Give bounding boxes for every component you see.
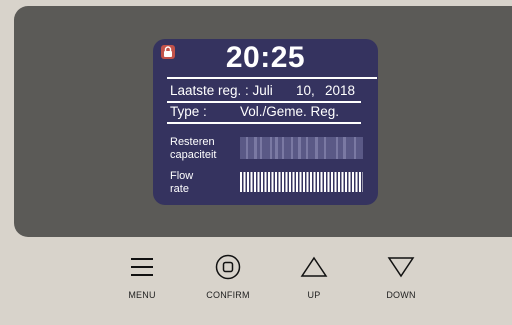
flow-rate-stripe <box>341 172 344 192</box>
divider-top <box>167 77 377 79</box>
flow-rate-stripe <box>282 172 284 192</box>
down-arrow-icon <box>387 252 415 282</box>
flow-rate-stripe <box>285 172 288 192</box>
last-reg-label: Laatste reg. : Juli <box>170 83 273 98</box>
remaining-capacity-label: Resteren capaciteit <box>170 136 217 161</box>
flow-rate-stripe <box>313 172 316 192</box>
lcd-screen: 20:25 Laatste reg. : Juli 10, 2018 Type … <box>153 39 378 205</box>
flow-rate-bar <box>240 172 363 192</box>
flow-rate-stripe <box>355 172 358 192</box>
flow-rate-stripe <box>359 172 361 192</box>
flow-rate-stripe <box>257 172 260 192</box>
flow-rate-stripe <box>306 172 309 192</box>
flow-rate-stripe <box>334 172 337 192</box>
menu-label: MENU <box>128 290 156 300</box>
flow-rate-stripe <box>362 172 363 192</box>
flow-rate-stripe <box>268 172 270 192</box>
flow-rate-stripe <box>271 172 274 192</box>
divider-bottom <box>167 122 361 124</box>
flow-rate-stripe <box>292 172 295 192</box>
flow-rate-stripe <box>278 172 281 192</box>
up-button[interactable]: UP <box>282 252 346 300</box>
last-reg-day: 10, <box>296 83 315 98</box>
flow-rate-stripe <box>264 172 267 192</box>
flow-rate-stripe <box>352 172 354 192</box>
flow-rate-stripe <box>320 172 323 192</box>
up-label: UP <box>307 290 321 300</box>
flow-rate-stripe <box>275 172 277 192</box>
menu-button[interactable]: MENU <box>110 252 174 300</box>
flow-rate-stripe <box>348 172 351 192</box>
type-label: Type : <box>170 104 207 119</box>
flow-rate-stripe <box>324 172 326 192</box>
last-reg-year: 2018 <box>325 83 356 98</box>
flow-rate-stripe <box>345 172 347 192</box>
divider-middle <box>167 101 361 103</box>
remaining-capacity-bar <box>240 137 363 159</box>
flow-rate-stripe <box>331 172 333 192</box>
type-value: Vol./Geme. Reg. <box>240 104 340 119</box>
flow-rate-stripe <box>240 172 242 192</box>
flow-rate-stripe <box>317 172 319 192</box>
confirm-button[interactable]: CONFIRM <box>196 252 260 300</box>
flow-rate-label: Flow rate <box>170 170 194 195</box>
flow-rate-stripe <box>254 172 256 192</box>
flow-rate-stripe <box>338 172 340 192</box>
flow-rate-stripe <box>243 172 246 192</box>
confirm-icon <box>215 252 241 282</box>
clock-time: 20:25 <box>225 41 306 74</box>
up-arrow-icon <box>300 252 328 282</box>
flow-rate-stripe <box>299 172 302 192</box>
flow-rate-stripe <box>247 172 249 192</box>
down-label: DOWN <box>386 290 416 300</box>
down-button[interactable]: DOWN <box>369 252 433 300</box>
flow-rate-stripe <box>303 172 305 192</box>
menu-icon <box>131 252 153 282</box>
flow-rate-stripe <box>250 172 253 192</box>
flow-rate-stripe <box>296 172 298 192</box>
flow-rate-stripe <box>310 172 312 192</box>
flow-rate-stripe <box>327 172 330 192</box>
flow-rate-stripe <box>289 172 291 192</box>
flow-rate-stripe <box>261 172 263 192</box>
confirm-label: CONFIRM <box>206 290 250 300</box>
